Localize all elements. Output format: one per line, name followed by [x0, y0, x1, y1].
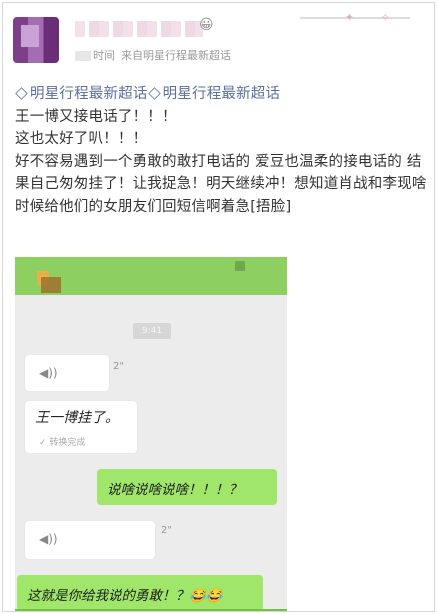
voice-message-bubble: ◀)) [25, 355, 109, 391]
chat-header [15, 257, 287, 295]
topic-tag-text: 明星行程最新超话 [30, 86, 148, 102]
post-body: 明星行程最新超话 明星行程最新超话 王一博又接电话了！！！ 这也太好了叭！！！ 好… [15, 83, 427, 218]
diamond-icon [147, 87, 161, 100]
sparkle-icon: ✧ [380, 11, 390, 24]
topic-tag-link[interactable]: 明星行程最新超话 [15, 86, 148, 102]
user-emoji: 😀 [199, 17, 214, 33]
voice-wave-icon: ◀)) [39, 532, 58, 546]
topic-tag-link[interactable]: 明星行程最新超话 [147, 86, 281, 102]
sent-message-bubble: 这就是你给我说的勇敢！？😂😂 [17, 575, 263, 611]
sent-message-text: 这就是你给我说的勇敢！？😂😂 [27, 588, 223, 604]
transcription-text: 王一博挂了。 [35, 410, 119, 426]
post-source[interactable]: 来自明星行程最新超话 [121, 49, 231, 62]
topic-tags: 明星行程最新超话 明星行程最新超话 [15, 83, 427, 106]
voice-wave-icon: ◀)) [39, 366, 58, 380]
header-pixel [41, 277, 61, 293]
diamond-icon [15, 87, 28, 100]
sparkle-icon: ✦ [344, 11, 354, 24]
post-line: 好不容易遇到一个勇敢的敢打电话的 爱豆也温柔的接电话的 结果自己匆匆挂了！让我捉… [15, 153, 427, 215]
post-meta: 时间 来自明星行程最新超话 [75, 47, 231, 63]
blurred-time [75, 51, 91, 61]
sent-message-bubble: 说啥说啥说啥！！！？ [97, 469, 277, 505]
post-line: 王一博又接电话了！！！ [15, 108, 177, 125]
chat-bottom-bar [15, 609, 287, 611]
post-line: 这也太好了叭！！！ [15, 131, 148, 147]
transcription-status: ✓ 转换完成 [39, 438, 86, 448]
voice-message-bubble: ◀)) [25, 521, 155, 559]
voice-duration: 2" [161, 525, 172, 536]
voice-duration: 2" [113, 361, 124, 372]
username-blurred[interactable] [75, 21, 203, 37]
sent-message-text: 说啥说啥说啥！！！？ [107, 482, 242, 498]
post-time: 时间 [93, 49, 115, 62]
chat-time-pill: 9:41 [133, 323, 171, 339]
decoration-line [300, 17, 410, 19]
chat-screenshot-image[interactable]: 9:41 ◀)) 2" 王一博挂了。 ✓ 转换完成 说啥说啥说啥！！！？ ◀))… [15, 257, 287, 611]
transcription-status-text: 转换完成 [49, 438, 86, 448]
header-pixel [235, 261, 245, 271]
topic-tag-text: 明星行程最新超话 [162, 86, 281, 102]
avatar[interactable] [13, 17, 59, 63]
weibo-post-card: 😀 ✦ ✧ 时间 来自明星行程最新超话 明星行程最新超话 明星行程最新超话 王一博又… [2, 2, 435, 612]
transcription-bubble: 王一博挂了。 ✓ 转换完成 [25, 401, 137, 453]
